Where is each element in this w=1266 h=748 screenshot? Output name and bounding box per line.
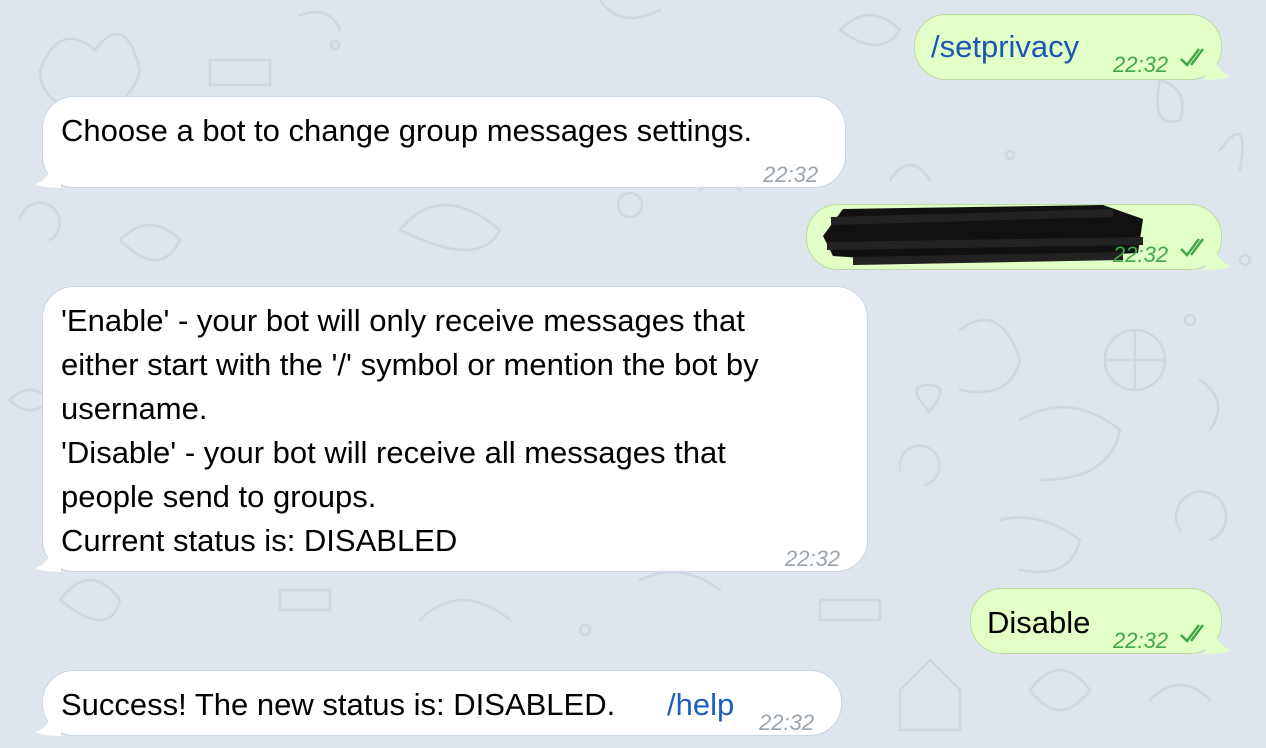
double-check-icon: [1180, 48, 1204, 67]
message-time: 22:32: [1113, 52, 1169, 77]
message-line: either start with the '/' symbol or ment…: [61, 347, 759, 382]
message-text: Success! The new status is: DISABLED.: [61, 687, 616, 722]
outgoing-message-setprivacy[interactable]: /setprivacy 22:32: [914, 14, 1231, 80]
bubble-tail: [35, 546, 61, 572]
message-line: people send to groups.: [61, 479, 377, 514]
message-line: 'Enable' - your bot will only receive me…: [61, 303, 745, 338]
message-text[interactable]: /setprivacy: [931, 25, 1079, 69]
incoming-message-choose-bot: Choose a bot to change group messages se…: [35, 96, 846, 188]
message-line: username.: [61, 391, 208, 426]
message-time: 22:32: [1113, 242, 1169, 267]
message-time: 22:32: [759, 710, 815, 735]
message-time: 22:32: [763, 162, 819, 187]
bubble-tail: [35, 710, 61, 736]
message-time: 22:32: [785, 546, 841, 571]
bubble-tail: [35, 162, 61, 188]
message-time: 22:32: [1113, 628, 1169, 653]
double-check-icon: [1180, 624, 1204, 643]
message-line: 'Disable' - your bot will receive all me…: [61, 435, 726, 470]
message-line: Current status is: DISABLED: [61, 523, 458, 558]
incoming-message-privacy-explanation: 'Enable' - your bot will only receive me…: [35, 286, 868, 572]
message-text: Choose a bot to change group messages se…: [61, 113, 753, 148]
outgoing-message-redacted[interactable]: 22:32: [806, 204, 1231, 270]
double-check-icon: [1180, 238, 1204, 257]
redaction-scribble: [823, 205, 1144, 265]
outgoing-message-disable[interactable]: Disable 22:32: [970, 588, 1231, 654]
incoming-message-success: Success! The new status is: DISABLED. /h…: [35, 670, 842, 736]
message-text: Disable: [987, 605, 1091, 640]
help-command-link[interactable]: /help: [667, 683, 734, 727]
